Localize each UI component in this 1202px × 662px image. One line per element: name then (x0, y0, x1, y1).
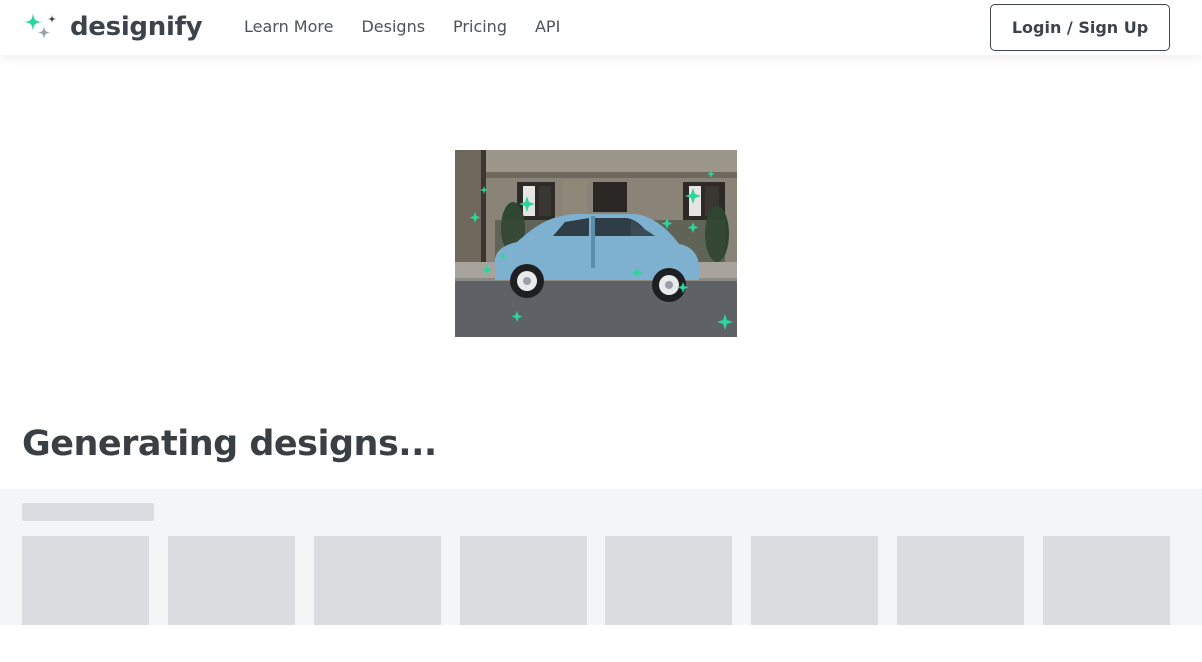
nav-learn-more[interactable]: Learn More (244, 16, 333, 38)
generating-status-heading: Generating designs... (22, 424, 437, 464)
top-navbar: designify Learn More Designs Pricing API… (0, 0, 1202, 55)
brand-name: designify (70, 12, 203, 42)
results-panel (0, 489, 1202, 625)
nav-pricing[interactable]: Pricing (453, 16, 507, 38)
nav-api[interactable]: API (535, 16, 560, 38)
skeleton-label-placeholder (22, 503, 154, 521)
design-thumbnail-placeholder (314, 536, 441, 625)
design-thumbnail-placeholder (605, 536, 732, 625)
nav-designs[interactable]: Designs (361, 16, 425, 38)
design-thumbnail-placeholder (897, 536, 1024, 625)
design-thumbnail-placeholder (22, 536, 149, 625)
logo-link[interactable]: designify (22, 10, 203, 44)
uploaded-image-preview (455, 150, 737, 337)
design-thumbnail-placeholder (751, 536, 878, 625)
design-thumbnail-placeholder (168, 536, 295, 625)
main-nav: Learn More Designs Pricing API (244, 16, 588, 38)
sparkle-logo-icon (22, 11, 58, 43)
design-thumbnail-placeholder (460, 536, 587, 625)
design-thumbnail-placeholder (1043, 536, 1170, 625)
login-signup-button[interactable]: Login / Sign Up (990, 4, 1170, 51)
